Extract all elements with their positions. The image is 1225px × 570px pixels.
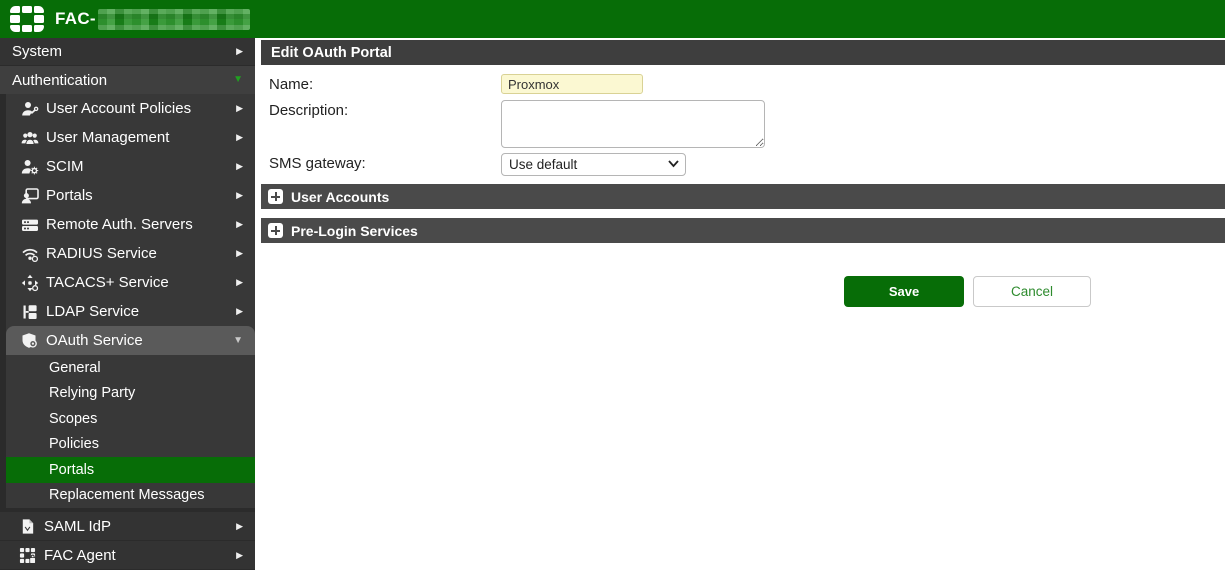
sidebar-item-label: LDAP Service [46, 303, 139, 320]
cross-arrows-icon [21, 274, 39, 292]
section-pre-login-services[interactable]: Pre-Login Services [261, 218, 1225, 243]
section-label: User Accounts [291, 189, 389, 205]
sidebar-item-portals-selected[interactable]: Portals [6, 457, 255, 483]
chevron-right-icon: ▶ [236, 307, 243, 316]
main-content: Edit OAuth Portal Name: Description: SMS… [255, 38, 1225, 570]
sidebar-item-label: SAML IdP [44, 518, 111, 535]
sidebar-item-user-account-policies[interactable]: User Account Policies ▶ [6, 94, 255, 123]
sidebar-item-label: Portals [46, 187, 93, 204]
user-gear-icon [21, 158, 39, 176]
wifi-icon [21, 245, 39, 263]
chevron-right-icon: ▶ [236, 551, 243, 560]
name-label: Name: [269, 74, 501, 96]
expand-plus-icon[interactable] [268, 189, 283, 204]
sidebar-item-tacacs-service[interactable]: TACACS+ Service ▶ [6, 268, 255, 297]
hierarchy-icon [21, 303, 39, 321]
expand-plus-icon[interactable] [268, 223, 283, 238]
sidebar-item-label: Relying Party [49, 385, 135, 401]
sidebar-item-relying-party[interactable]: Relying Party [6, 381, 255, 407]
grid-lock-icon [19, 547, 36, 564]
chevron-right-icon: ▶ [236, 278, 243, 287]
sms-gateway-select[interactable]: Use default [501, 153, 686, 176]
chevron-right-icon: ▶ [236, 220, 243, 229]
sidebar-item-system[interactable]: System ▶ [0, 38, 255, 66]
chevron-right-icon: ▶ [236, 133, 243, 142]
sidebar-item-label: System [12, 43, 62, 60]
shield-icon [21, 332, 39, 350]
form-actions: Save Cancel [844, 276, 1225, 307]
chevron-right-icon: ▶ [236, 522, 243, 531]
sidebar-item-label: User Management [46, 129, 169, 146]
page-title: Edit OAuth Portal [271, 45, 392, 61]
servers-icon [21, 216, 39, 234]
chevron-right-icon: ▶ [236, 191, 243, 200]
save-button[interactable]: Save [844, 276, 964, 307]
cancel-button[interactable]: Cancel [973, 276, 1091, 307]
section-label: Pre-Login Services [291, 223, 418, 239]
sidebar: System ▶ Authentication ▼ User Account P… [0, 38, 255, 570]
sidebar-item-policies[interactable]: Policies [6, 432, 255, 458]
chevron-down-icon: ▼ [233, 336, 243, 346]
user-window-icon [21, 187, 39, 205]
description-label: Description: [269, 100, 501, 148]
redacted-hostname [98, 9, 250, 30]
sidebar-item-label: User Account Policies [46, 100, 191, 117]
user-wrench-icon [21, 100, 39, 118]
sidebar-item-label: SCIM [46, 158, 84, 175]
sidebar-item-authentication[interactable]: Authentication ▼ [0, 66, 255, 94]
sidebar-item-fac-agent[interactable]: FAC Agent ▶ [0, 541, 255, 570]
sidebar-item-ldap-service[interactable]: LDAP Service ▶ [6, 297, 255, 326]
section-user-accounts[interactable]: User Accounts [261, 184, 1225, 209]
sidebar-item-label: Scopes [49, 411, 97, 427]
users-group-icon [21, 129, 39, 147]
sidebar-item-scim[interactable]: SCIM ▶ [6, 152, 255, 181]
chevron-right-icon: ▶ [236, 162, 243, 171]
sidebar-item-radius-service[interactable]: RADIUS Service ▶ [6, 239, 255, 268]
oauth-portal-form: Name: Description: SMS gateway: Use defa… [261, 65, 1225, 176]
sidebar-item-label: Replacement Messages [49, 487, 205, 503]
sidebar-item-label: Policies [49, 436, 99, 452]
top-bar: FAC- [0, 0, 1225, 38]
chevron-right-icon: ▶ [236, 104, 243, 113]
sidebar-item-oauth-service[interactable]: OAuth Service ▼ [6, 326, 255, 355]
description-textarea[interactable] [501, 100, 765, 148]
sidebar-item-label: TACACS+ Service [46, 274, 169, 291]
chevron-right-icon: ▶ [236, 47, 243, 56]
sidebar-item-label: Remote Auth. Servers [46, 216, 193, 233]
sidebar-item-label: OAuth Service [46, 332, 143, 349]
sidebar-item-replacement-messages[interactable]: Replacement Messages [6, 483, 255, 509]
sidebar-item-remote-auth-servers[interactable]: Remote Auth. Servers ▶ [6, 210, 255, 239]
sms-gateway-label: SMS gateway: [269, 153, 501, 176]
sidebar-item-label: General [49, 360, 101, 376]
sidebar-item-saml-idp[interactable]: SAML IdP ▶ [0, 512, 255, 541]
fortinet-grid-logo-icon [10, 6, 44, 33]
sidebar-item-label: Portals [49, 462, 94, 478]
sidebar-item-label: RADIUS Service [46, 245, 157, 262]
authentication-submenu: User Account Policies ▶ User Management … [0, 94, 255, 512]
sidebar-item-general[interactable]: General [6, 355, 255, 381]
chevron-down-icon: ▼ [233, 75, 243, 85]
document-icon [19, 518, 36, 535]
sidebar-item-label: Authentication [12, 72, 107, 89]
sidebar-item-user-management[interactable]: User Management ▶ [6, 123, 255, 152]
name-input[interactable] [501, 74, 643, 94]
chevron-right-icon: ▶ [236, 249, 243, 258]
page-title-bar: Edit OAuth Portal [261, 40, 1225, 65]
sidebar-item-scopes[interactable]: Scopes [6, 406, 255, 432]
sidebar-item-label: FAC Agent [44, 547, 116, 564]
brand-label: FAC- [55, 9, 96, 29]
sidebar-item-portals[interactable]: Portals ▶ [6, 181, 255, 210]
